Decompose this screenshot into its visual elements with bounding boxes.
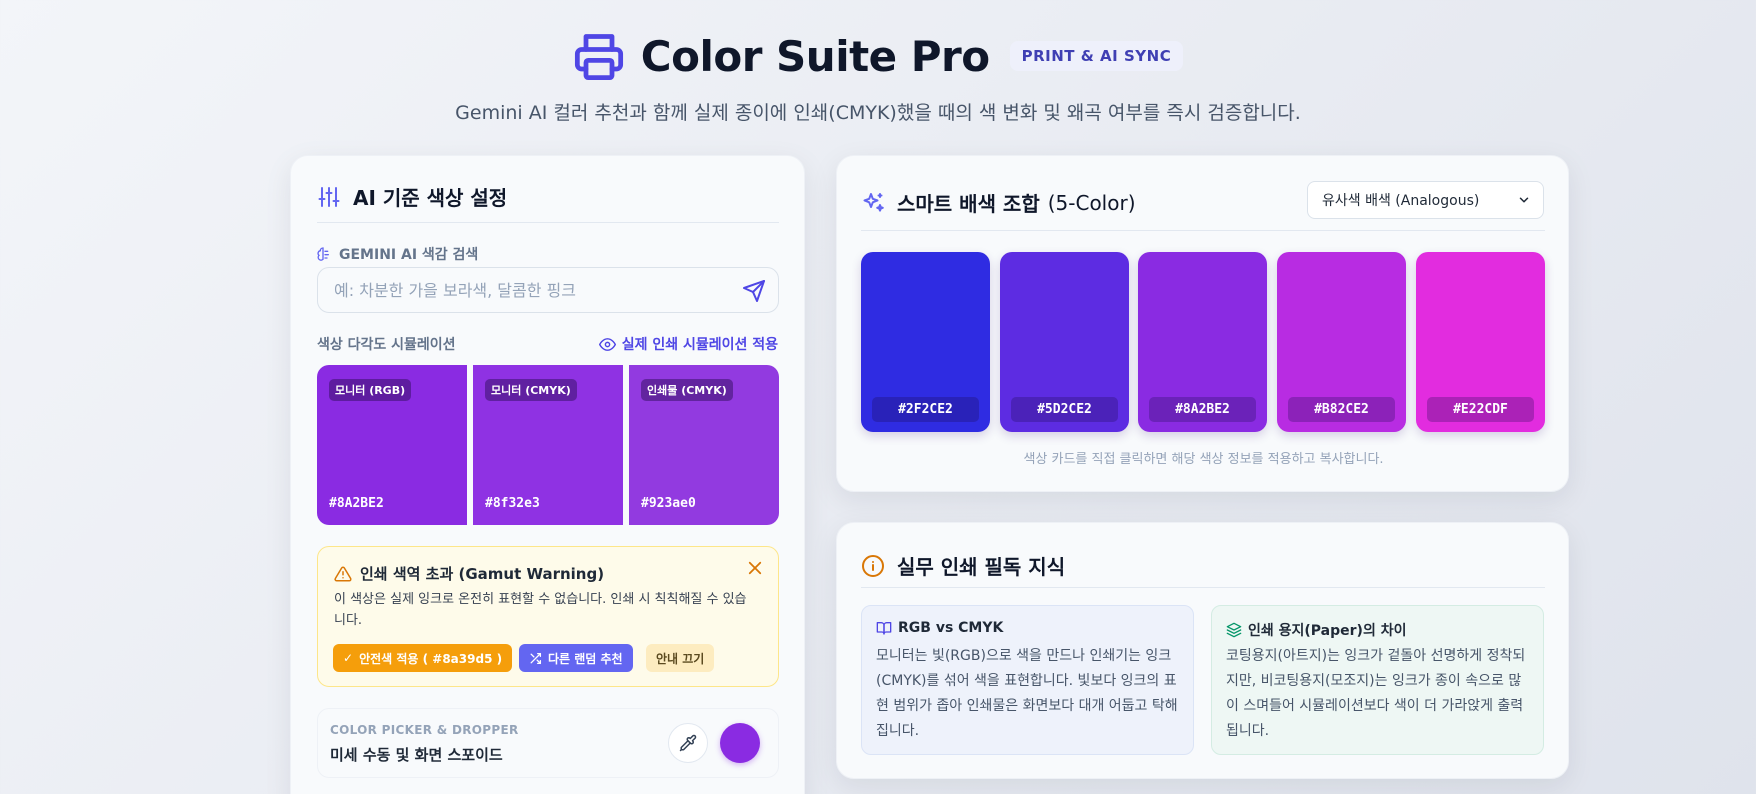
- card-title: AI 기준 색상 설정: [317, 182, 507, 211]
- sim-tag: 모니터 (CMYK): [485, 379, 577, 401]
- palette-card[interactable]: #8A2BE2: [1138, 252, 1267, 432]
- gamut-warning-text: 이 색상은 실제 잉크로 온전히 표현할 수 없습니다. 인쇄 시 칙칙해질 수…: [334, 592, 747, 628]
- brain-icon: [317, 247, 329, 261]
- palette-hex: #B82CE2: [1288, 397, 1395, 422]
- gamut-warning-box: 인쇄 색역 초과 (Gamut Warning) 이 색상은 실제 잉크로 온전…: [317, 546, 779, 687]
- card-title-text: AI 기준 색상 설정: [353, 186, 508, 210]
- info-icon: [862, 554, 884, 577]
- picker-caption: COLOR PICKER & DROPPER: [330, 723, 519, 737]
- sim-panel-monitor-cmyk: 모니터 (CMYK) #8f32e3: [473, 365, 623, 525]
- current-color-swatch[interactable]: [720, 723, 760, 763]
- shuffle-icon: [530, 652, 542, 664]
- smart-palette-card: 스마트 배색 조합 (5-Color) 유사색 배색 (Analogous) #…: [836, 155, 1569, 492]
- card-title: 스마트 배색 조합 (5-Color): [861, 188, 1136, 217]
- tip-title: 인쇄 용지(Paper)의 차이: [1226, 620, 1406, 640]
- palette-title: 스마트 배색 조합: [897, 192, 1040, 216]
- palette-card[interactable]: #B82CE2: [1277, 252, 1406, 432]
- simulation-panels: 모니터 (RGB) #8A2BE2 모니터 (CMYK) #8f32e3 인쇄물…: [317, 365, 779, 525]
- apply-safe-color-button[interactable]: ✓ 안전색 적용 ( #8a39d5 ): [333, 644, 513, 672]
- palette-hex: #8A2BE2: [1149, 397, 1256, 422]
- tip-paper-difference: 인쇄 용지(Paper)의 차이 코팅용지(아트지)는 잉크가 겉돌아 선명하게…: [1211, 605, 1544, 755]
- sim-hex: #8f32e3: [485, 496, 540, 511]
- eyedropper-button[interactable]: [668, 723, 708, 763]
- ai-color-search-input[interactable]: [318, 268, 718, 312]
- gamut-warning-title: 인쇄 색역 초과 (Gamut Warning): [334, 563, 604, 584]
- sim-hex: #8A2BE2: [329, 496, 384, 511]
- divider: [861, 587, 1545, 588]
- tips-title: 실무 인쇄 필독 지식: [897, 555, 1066, 579]
- divider: [317, 222, 779, 223]
- card-title: 실무 인쇄 필독 지식: [861, 551, 1065, 580]
- title-row: Color Suite Pro PRINT & AI SYNC: [0, 30, 1756, 82]
- palette-card[interactable]: #5D2CE2: [1000, 252, 1129, 432]
- app-title: Color Suite Pro: [640, 31, 990, 81]
- palette-card[interactable]: #E22CDF: [1416, 252, 1545, 432]
- simulation-label: 색상 다각도 시뮬레이션: [317, 337, 456, 353]
- palette-card[interactable]: #2F2CE2: [861, 252, 990, 432]
- palette-cards: #2F2CE2 #5D2CE2 #8A2BE2 #B82CE2 #E22CDF: [861, 252, 1545, 432]
- tip-text: 코팅용지(아트지)는 잉크가 겉돌아 선명하게 정착되지만, 비코팅용지(모조지…: [1226, 648, 1526, 739]
- palette-hint: 색상 카드를 직접 클릭하면 해당 색상 정보를 적용하고 복사합니다.: [1023, 452, 1384, 467]
- printer-icon: [574, 34, 623, 81]
- tip-title: RGB vs CMYK: [876, 620, 1003, 636]
- apply-print-simulation-link[interactable]: 실제 인쇄 시뮬레이션 적용: [598, 334, 778, 354]
- divider: [861, 230, 1545, 231]
- page-subtitle: Gemini AI 컬러 추천과 함께 실제 종이에 인쇄(CMYK)했을 때의…: [455, 102, 1301, 124]
- eyedropper-icon: [679, 734, 697, 752]
- sim-hex: #923ae0: [641, 496, 696, 511]
- print-ai-badge: PRINT & AI SYNC: [1009, 41, 1184, 71]
- check-icon: ✓: [343, 651, 354, 665]
- palette-hex: #E22CDF: [1427, 397, 1534, 422]
- ai-base-color-card: AI 기준 색상 설정 GEMINI AI 색감 검색 색상 다각도 시뮬레이션…: [290, 155, 805, 794]
- palette-hex: #5D2CE2: [1011, 397, 1118, 422]
- send-icon[interactable]: [742, 279, 766, 303]
- palette-hex: #2F2CE2: [872, 397, 979, 422]
- close-icon[interactable]: [746, 559, 764, 577]
- sim-tag: 모니터 (RGB): [329, 379, 412, 401]
- tip-text: 모니터는 빛(RGB)으로 색을 만드나 인쇄기는 잉크(CMYK)를 섞어 색…: [876, 648, 1178, 739]
- sliders-icon: [318, 186, 340, 207]
- ai-color-search-box: [317, 267, 779, 313]
- sim-panel-print-cmyk: 인쇄물 (CMYK) #923ae0: [629, 365, 779, 525]
- page-header: Color Suite Pro PRINT & AI SYNC Gemini A…: [0, 0, 1756, 130]
- gemini-ai-label: GEMINI AI 색감 검색: [317, 244, 478, 264]
- sim-tag: 인쇄물 (CMYK): [641, 379, 733, 401]
- tip-rgb-vs-cmyk: RGB vs CMYK 모니터는 빛(RGB)으로 색을 만드나 인쇄기는 잉크…: [861, 605, 1194, 755]
- dismiss-warning-button[interactable]: 안내 끄기: [646, 644, 715, 672]
- eye-icon: [598, 337, 616, 351]
- alert-triangle-icon: [334, 565, 352, 581]
- palette-title-suffix: (5-Color): [1047, 190, 1136, 215]
- sim-panel-monitor-rgb: 모니터 (RGB) #8A2BE2: [317, 365, 467, 525]
- print-tips-card: 실무 인쇄 필독 지식 RGB vs CMYK 모니터는 빛(RGB)으로 색을…: [836, 522, 1569, 779]
- book-open-icon: [876, 622, 892, 635]
- chevron-down-icon: [1519, 197, 1529, 203]
- picker-title: 미세 수동 및 화면 스포이드: [330, 746, 503, 764]
- scheme-select[interactable]: 유사색 배색 (Analogous): [1307, 181, 1544, 219]
- random-recommend-button[interactable]: 다른 랜덤 추천: [519, 644, 633, 672]
- layers-icon: [1226, 622, 1242, 638]
- sparkles-icon: [863, 192, 884, 212]
- color-picker-panel: COLOR PICKER & DROPPER 미세 수동 및 화면 스포이드: [317, 708, 779, 778]
